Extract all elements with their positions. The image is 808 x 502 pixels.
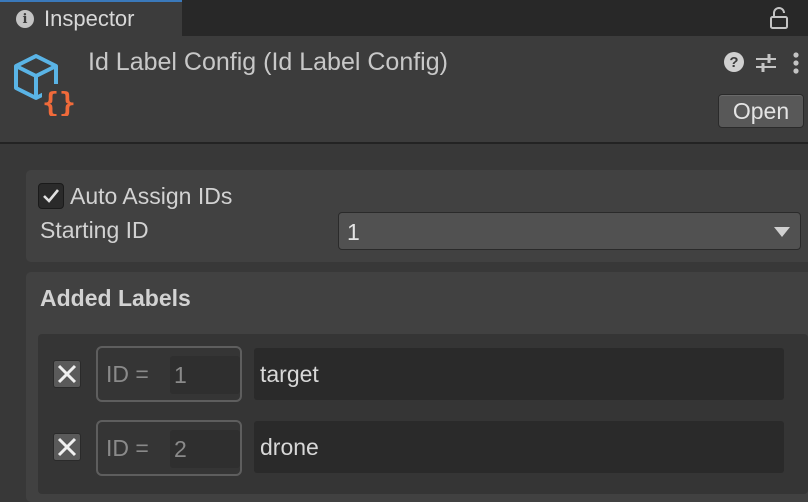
- starting-id-label: Starting ID: [40, 217, 149, 243]
- svg-text:{}: {}: [42, 86, 76, 116]
- id-field-box: ID = 1: [96, 346, 242, 402]
- starting-id-value: 1: [347, 219, 360, 245]
- dropdown-arrow-icon: [774, 227, 790, 237]
- open-button[interactable]: Open: [718, 94, 804, 128]
- kebab-menu-icon[interactable]: [790, 50, 802, 76]
- checkmark-icon: [43, 189, 60, 203]
- remove-label-button[interactable]: [53, 360, 81, 388]
- asset-title: Id Label Config (Id Label Config): [88, 48, 448, 76]
- tab-label: Inspector: [44, 6, 135, 31]
- id-prefix: ID =: [106, 361, 149, 387]
- id-prefix: ID =: [106, 435, 149, 461]
- label-name-input[interactable]: target: [254, 348, 784, 400]
- label-name-input[interactable]: drone: [254, 421, 784, 473]
- remove-x-icon: [57, 437, 77, 457]
- sliders-icon[interactable]: [754, 51, 778, 75]
- info-icon: i: [16, 10, 34, 28]
- help-icon[interactable]: ?: [724, 52, 744, 72]
- id-value: 2: [170, 430, 240, 468]
- id-value: 1: [170, 356, 240, 394]
- script-asset-icon: {}: [14, 54, 76, 116]
- remove-label-button[interactable]: [53, 433, 81, 461]
- tab-inspector[interactable]: i Inspector: [0, 0, 182, 36]
- remove-x-icon: [57, 364, 77, 384]
- auto-assign-checkbox[interactable]: [38, 183, 64, 209]
- lock-icon[interactable]: [768, 6, 790, 30]
- inspector-header: {} Id Label Config (Id Label Config) ? O…: [0, 36, 808, 144]
- id-field-box: ID = 2: [96, 420, 242, 476]
- starting-id-dropdown[interactable]: 1: [338, 212, 801, 250]
- auto-assign-label: Auto Assign IDs: [70, 183, 233, 209]
- added-labels-title: Added Labels: [40, 285, 191, 311]
- tab-bar: i Inspector: [0, 0, 808, 36]
